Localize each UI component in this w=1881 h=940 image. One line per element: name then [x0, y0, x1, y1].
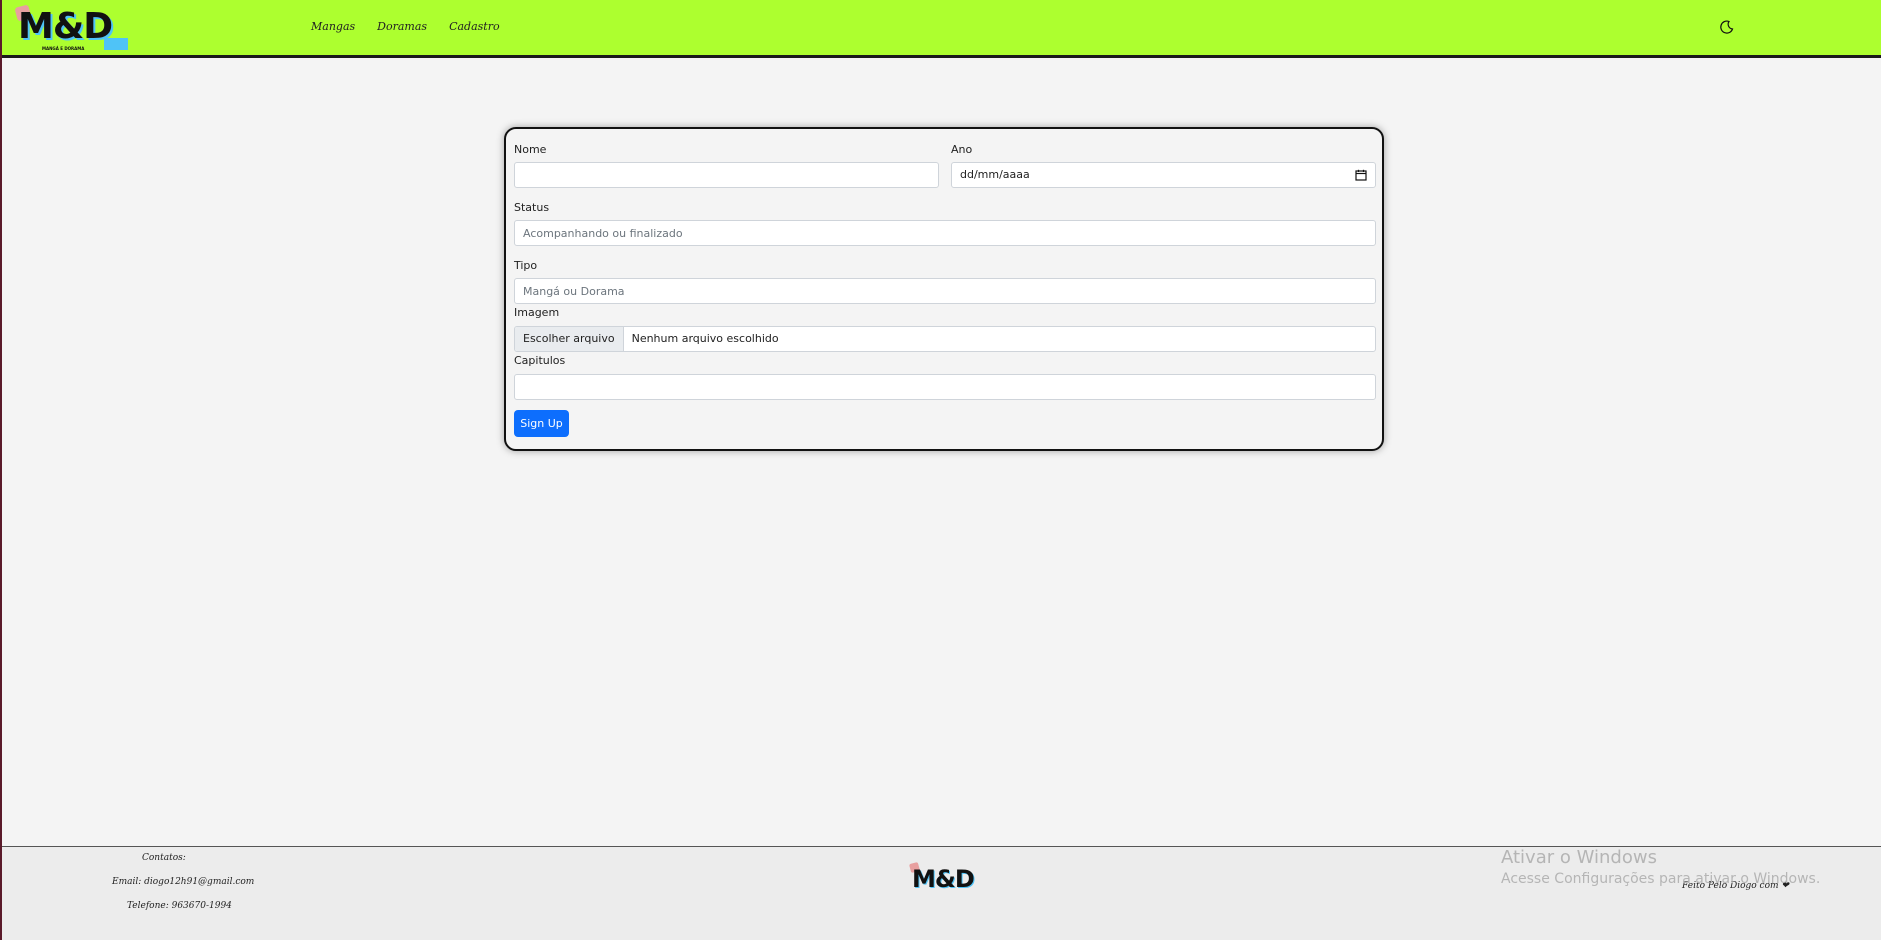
logo-text: M&D [18, 6, 113, 47]
nome-input[interactable] [514, 162, 939, 188]
site-logo[interactable]: M&D MANGÁ E DORAMA [14, 4, 128, 54]
contacts-title: Contatos: [142, 853, 186, 863]
nome-label: Nome [514, 143, 547, 156]
footer-logo: M&D [908, 861, 976, 899]
tipo-label: Tipo [514, 259, 538, 272]
status-input[interactable] [514, 220, 1376, 246]
contact-email: Email: diogo12h91@gmail.com [112, 877, 255, 887]
status-label: Status [514, 201, 550, 214]
imagem-file-input[interactable]: Escolher arquivo Nenhum arquivo escolhid… [514, 326, 1376, 352]
choose-file-button[interactable]: Escolher arquivo [515, 327, 624, 351]
ano-date-input[interactable]: dd/mm/aaaa [951, 162, 1376, 188]
imagem-label: Imagem [514, 306, 560, 319]
windows-activation-title: Ativar o Windows [1501, 847, 1657, 868]
tipo-input[interactable] [514, 278, 1376, 304]
ano-placeholder: dd/mm/aaaa [960, 168, 1030, 181]
moon-icon[interactable] [1719, 19, 1735, 35]
navbar: M&D MANGÁ E DORAMA Mangas Doramas Cadast… [2, 0, 1881, 58]
file-status-text: Nenhum arquivo escolhido [631, 332, 779, 345]
contact-phone: Telefone: 963670-1994 [127, 901, 232, 911]
capitulos-label: Capitulos [514, 354, 566, 367]
nav-links: Mangas Doramas Cadastro [311, 20, 500, 33]
nav-link-cadastro[interactable]: Cadastro [449, 20, 500, 33]
sign-up-button[interactable]: Sign Up [514, 410, 569, 437]
nav-link-doramas[interactable]: Doramas [377, 20, 427, 33]
register-form-card: Nome Ano dd/mm/aaaa Status Tipo Imagem E… [504, 127, 1384, 451]
logo-subtext: MANGÁ E DORAMA [42, 46, 85, 51]
windows-activation-subtitle: Acesse Configurações para ativar o Windo… [1501, 871, 1821, 887]
footer-logo-text: M&D [912, 865, 975, 893]
ano-label: Ano [951, 143, 973, 156]
capitulos-input[interactable] [514, 374, 1376, 400]
nav-link-mangas[interactable]: Mangas [311, 20, 355, 33]
calendar-icon[interactable] [1355, 169, 1367, 181]
